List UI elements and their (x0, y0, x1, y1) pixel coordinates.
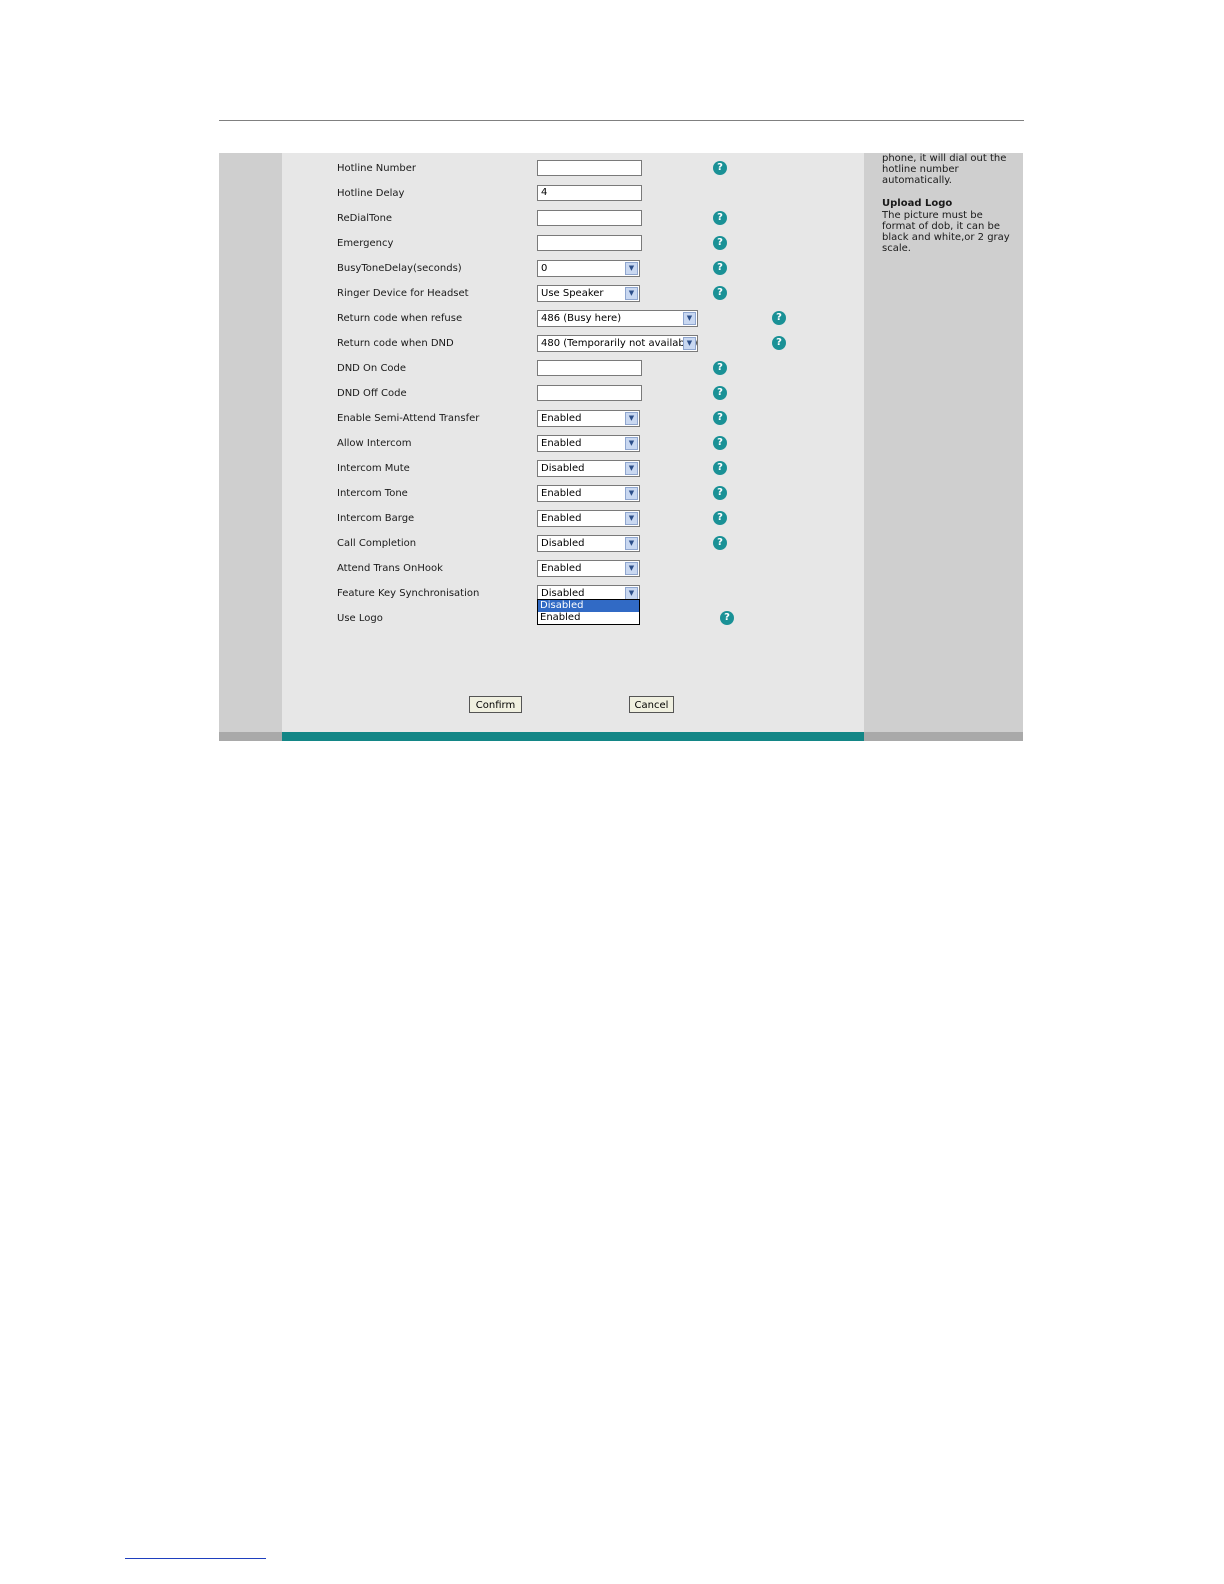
label-dnd-off-code: DND Off Code (337, 388, 407, 399)
chevron-down-icon[interactable]: ▼ (625, 262, 638, 275)
hotline-help-text: phone, it will dial out the hotline numb… (882, 153, 1007, 186)
label-ringer-device-for-headset: Ringer Device for Headset (337, 288, 469, 299)
select-value: Use Speaker (541, 288, 604, 299)
select-enable-semi-attend-transfer[interactable]: Enabled ▼ (537, 410, 640, 427)
help-icon[interactable]: ? (713, 536, 727, 550)
help-icon[interactable]: ? (713, 436, 727, 450)
chevron-down-icon[interactable]: ▼ (625, 512, 638, 525)
select-value: Enabled (541, 513, 582, 524)
help-icon[interactable]: ? (720, 611, 734, 625)
select-return-code-when-refuse[interactable]: 486 (Busy here) ▼ (537, 310, 698, 327)
help-icon[interactable]: ? (713, 386, 727, 400)
footer-link-underline (125, 1558, 266, 1559)
input-emergency[interactable] (537, 235, 642, 251)
left-sidebar (219, 153, 282, 732)
chevron-down-icon[interactable]: ▼ (625, 462, 638, 475)
select-value: Disabled (541, 463, 585, 474)
phone-web-ui-screenshot: Hotline Number? Hotline Delay 4 ReDialTone?… (219, 153, 1023, 741)
chevron-down-icon[interactable]: ▼ (683, 337, 696, 350)
select-call-completion[interactable]: Disabled ▼ (537, 535, 640, 552)
label-feature-key-synchronisation: Feature Key Synchronisation (337, 588, 480, 599)
label-call-completion: Call Completion (337, 538, 417, 549)
select-intercom-barge[interactable]: Enabled ▼ (537, 510, 640, 527)
select-attend-trans-onhook[interactable]: Enabled ▼ (537, 560, 640, 577)
help-icon[interactable]: ? (713, 236, 727, 250)
upload-logo-help-text: The picture must be format of dob, it ca… (882, 210, 1010, 254)
select-return-code-when-dnd[interactable]: 480 (Temporarily not available) ▼ (537, 335, 698, 352)
select-value: Enabled (541, 563, 582, 574)
label-return-code-when-refuse: Return code when refuse (337, 313, 463, 324)
help-icon[interactable]: ? (713, 211, 727, 225)
input-hotline-delay[interactable]: 4 (537, 185, 642, 201)
select-value: Enabled (541, 438, 582, 449)
confirm-button[interactable]: Confirm (469, 696, 522, 713)
label-return-code-when-dnd: Return code when DND (337, 338, 454, 349)
bottom-accent-bar (282, 732, 864, 741)
label-intercom-barge: Intercom Barge (337, 513, 415, 524)
input-hotline-number[interactable] (537, 160, 642, 176)
help-icon[interactable]: ? (713, 286, 727, 300)
select-ringer-device-for-headset[interactable]: Use Speaker ▼ (537, 285, 640, 302)
label-dnd-on-code: DND On Code (337, 363, 407, 374)
label-allow-intercom: Allow Intercom (337, 438, 412, 449)
label-intercom-mute: Intercom Mute (337, 463, 410, 474)
select-value: Disabled (541, 538, 585, 549)
input-dnd-off-code[interactable] (537, 385, 642, 401)
help-icon[interactable]: ? (713, 161, 727, 175)
help-icon[interactable]: ? (772, 336, 786, 350)
label-hotline-delay: Hotline Delay (337, 188, 405, 199)
help-icon[interactable]: ? (713, 411, 727, 425)
label-intercom-tone: Intercom Tone (337, 488, 408, 499)
chevron-down-icon[interactable]: ▼ (625, 412, 638, 425)
help-icon[interactable]: ? (713, 361, 727, 375)
chevron-down-icon[interactable]: ▼ (625, 487, 638, 500)
select-value: Enabled (541, 488, 582, 499)
help-icon[interactable]: ? (772, 311, 786, 325)
select-intercom-mute[interactable]: Disabled ▼ (537, 460, 640, 477)
input-dnd-on-code[interactable] (537, 360, 642, 376)
help-icon[interactable]: ? (713, 486, 727, 500)
chevron-down-icon[interactable]: ▼ (625, 437, 638, 450)
label-redialtone: ReDialTone (337, 213, 393, 224)
select-value: 480 (Temporarily not available) (541, 338, 698, 349)
help-icon[interactable]: ? (713, 511, 727, 525)
select-value: 0 (541, 263, 548, 274)
label-emergency: Emergency (337, 238, 394, 249)
label-use-logo: Use Logo (337, 613, 383, 624)
select-value: 486 (Busy here) (541, 313, 622, 324)
cancel-button[interactable]: Cancel (629, 696, 674, 713)
upload-logo-help-title: Upload Logo (882, 198, 953, 209)
select-allow-intercom[interactable]: Enabled ▼ (537, 435, 640, 452)
label-hotline-number: Hotline Number (337, 163, 416, 174)
chevron-down-icon[interactable]: ▼ (625, 287, 638, 300)
select-value: Enabled (541, 413, 582, 424)
dropdown-option-disabled[interactable]: Disabled (538, 600, 639, 612)
feature-key-sync-dropdown-list[interactable]: Disabled Enabled (537, 599, 640, 625)
dropdown-option-enabled[interactable]: Enabled (538, 612, 639, 624)
select-intercom-tone[interactable]: Enabled ▼ (537, 485, 640, 502)
input-redialtone[interactable] (537, 210, 642, 226)
label-attend-trans-onhook: Attend Trans OnHook (337, 563, 443, 574)
label-enable-semi-attend-transfer: Enable Semi-Attend Transfer (337, 413, 480, 424)
document-page: Hotline Number? Hotline Delay 4 ReDialTone?… (0, 0, 1224, 1584)
chevron-down-icon[interactable]: ▼ (625, 537, 638, 550)
header-rule (219, 120, 1024, 121)
label-busytonedelay-seconds: BusyToneDelay(seconds) (337, 263, 462, 274)
chevron-down-icon[interactable]: ▼ (625, 562, 638, 575)
help-icon[interactable]: ? (713, 261, 727, 275)
select-busytonedelay-seconds[interactable]: 0 ▼ (537, 260, 640, 277)
chevron-down-icon[interactable]: ▼ (683, 312, 696, 325)
help-icon[interactable]: ? (713, 461, 727, 475)
